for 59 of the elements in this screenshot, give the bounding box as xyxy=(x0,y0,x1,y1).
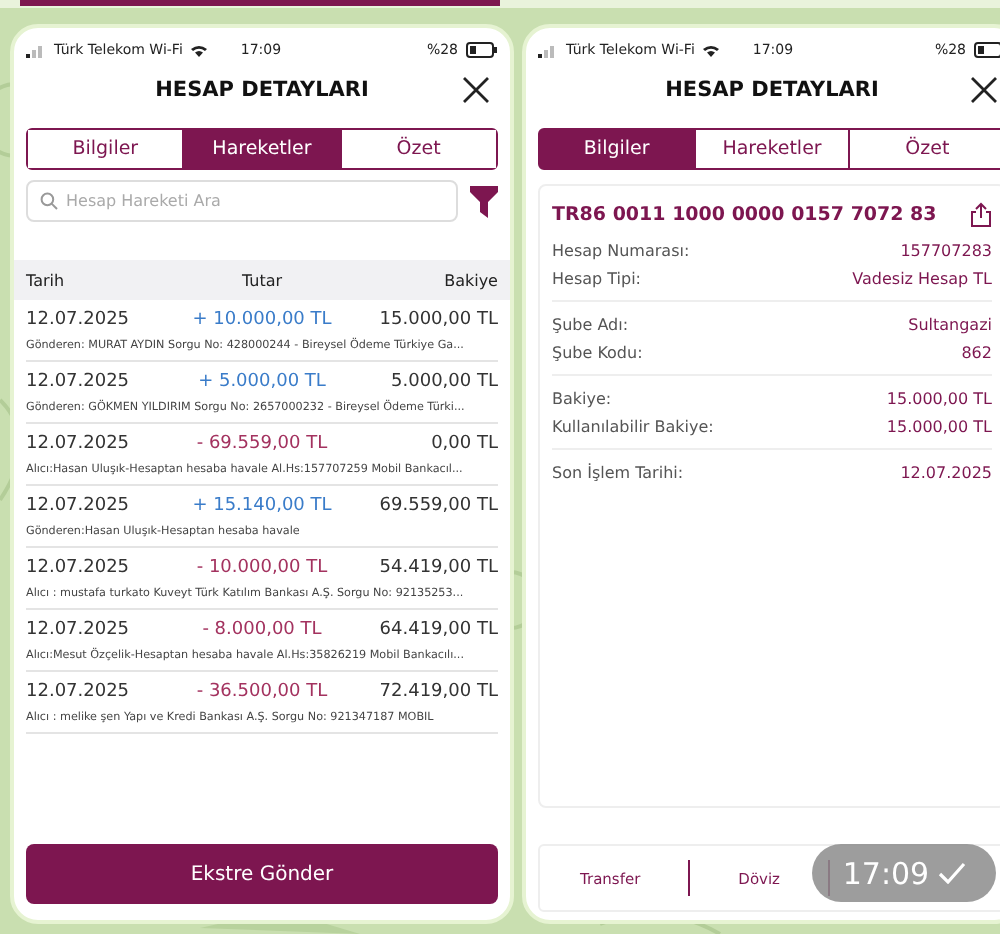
balance-cell-text: 69.559,00 TL xyxy=(377,496,498,516)
field-label: Şube Adı: xyxy=(552,316,629,334)
amount-cell-text: - 69.559,00 TL xyxy=(194,434,330,454)
field-value: Sultangazi xyxy=(908,316,992,334)
column-header: Tarih xyxy=(26,271,67,289)
wifi-icon xyxy=(190,43,209,57)
field-value: 12.07.2025 xyxy=(900,464,992,482)
field-value: 157707283 xyxy=(900,242,992,260)
date-cell-text: 12.07.2025 xyxy=(26,558,132,578)
search-icon xyxy=(40,192,58,210)
balance-cell-text: 15.000,00 TL xyxy=(377,310,498,330)
balance-cell-text: 64.419,00 TL xyxy=(377,620,498,640)
field-value: 862 xyxy=(961,344,992,362)
signal-icon xyxy=(26,43,46,57)
battery-icon xyxy=(466,42,498,58)
field-label: Hesap Tipi: xyxy=(552,270,641,288)
column-header: Tutar xyxy=(239,271,285,289)
date-cell-text: 12.07.2025 xyxy=(26,682,132,702)
check-icon xyxy=(937,862,966,884)
field-label: Bakiye: xyxy=(552,390,612,408)
balance-cell-text: 5.000,00 TL xyxy=(389,372,498,392)
amount-cell-text: + 5.000,00 TL xyxy=(196,372,328,392)
tab[interactable]: Bilgiler xyxy=(540,130,694,168)
date-cell-text: 12.07.2025 xyxy=(26,372,132,392)
close-icon[interactable] xyxy=(970,76,998,104)
screen-title: HESAP DETAYLARI xyxy=(665,78,879,102)
field-value: 15.000,00 TL xyxy=(886,390,992,408)
amount-cell-text: - 8.000,00 TL xyxy=(200,620,324,640)
amount-cell-text: - 36.500,00 TL xyxy=(194,682,330,702)
iban-text: TR86 0011 1000 0000 0157 7072 83 xyxy=(552,204,937,226)
field-label: Hesap Numarası: xyxy=(552,242,690,260)
send-statement-button[interactable]: Ekstre Gönder xyxy=(26,844,498,904)
close-icon[interactable] xyxy=(462,76,490,104)
date-cell-text: 12.07.2025 xyxy=(26,434,132,454)
date-cell-text: 12.07.2025 xyxy=(26,310,132,330)
screen-title: HESAP DETAYLARI xyxy=(155,78,369,102)
field-label: Kullanılabilir Bakiye: xyxy=(552,418,714,436)
filter-icon[interactable] xyxy=(470,185,498,217)
wifi-icon xyxy=(702,43,721,57)
field-label: Şube Kodu: xyxy=(552,344,643,362)
search-placeholder: Hesap Hareketi Ara xyxy=(66,192,221,210)
balance-cell-text: 0,00 TL xyxy=(429,434,498,454)
amount-cell-text: + 15.140,00 TL xyxy=(190,496,334,516)
amount-cell-text: + 10.000,00 TL xyxy=(190,310,334,330)
date-cell-text: 12.07.2025 xyxy=(26,620,132,640)
signal-icon xyxy=(538,43,558,57)
tab[interactable]: Hareketler xyxy=(182,130,340,168)
amount-cell-text: - 10.000,00 TL xyxy=(194,558,330,578)
field-value: 15.000,00 TL xyxy=(886,418,992,436)
balance-cell-text: 72.419,00 TL xyxy=(377,682,498,702)
share-icon[interactable] xyxy=(970,202,992,228)
timestamp-text: 17:09 xyxy=(842,855,930,891)
balance-cell-text: 54.419,00 TL xyxy=(377,558,498,578)
field-value: Vadesiz Hesap TL xyxy=(852,270,992,288)
battery-icon xyxy=(974,42,1000,58)
date-cell-text: 12.07.2025 xyxy=(26,496,132,516)
column-header: Bakiye xyxy=(442,271,498,289)
field-label: Son İşlem Tarihi: xyxy=(552,464,684,482)
tab[interactable]: Özet xyxy=(339,130,496,168)
